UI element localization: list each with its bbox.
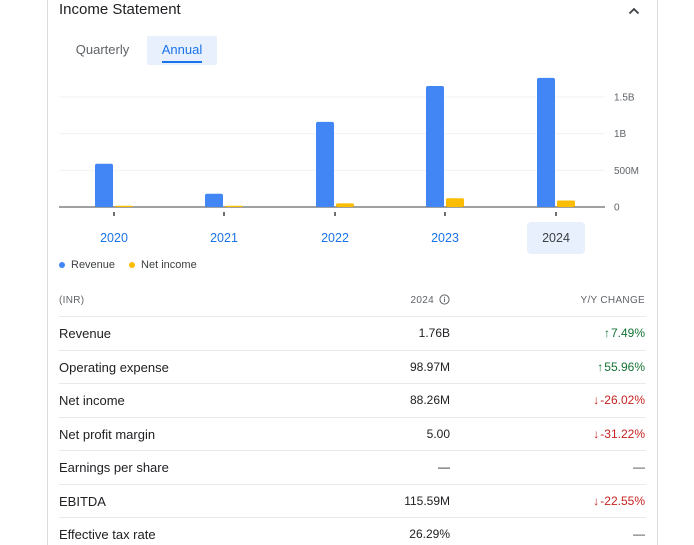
info-icon[interactable]: [439, 294, 450, 305]
row-change-ebitda: ↓-22.55%: [593, 493, 645, 508]
arrow-down-icon: ↓: [593, 426, 600, 441]
row-label-net-income: Net income: [59, 393, 125, 408]
row-label-earnings-per-share: Earnings per share: [59, 460, 169, 475]
row-change-net-profit-margin: ↓-31.22%: [593, 426, 645, 441]
row-value-net-profit-margin: 5.00: [426, 426, 450, 441]
net-income-bar-2021[interactable]: [225, 205, 243, 207]
net-income-bar-2024[interactable]: [557, 200, 575, 207]
row-change-effective-tax-rate: —: [633, 527, 645, 541]
row-change-revenue: ↑7.49%: [603, 326, 645, 340]
table-row: Operating expense 98.97M ↑55.96%: [59, 351, 646, 384]
row-change-net-income: ↓-26.02%: [593, 393, 645, 407]
table-row: Revenue 1.76B ↑7.49%: [59, 317, 646, 351]
revenue-bar-2024[interactable]: [537, 77, 555, 207]
revenue-bar-2020[interactable]: [95, 163, 113, 207]
y-tick-label: 0: [614, 203, 620, 214]
row-label-ebitda: EBITDA: [59, 493, 106, 509]
revenue-bar-2022[interactable]: [316, 121, 334, 207]
header-year: 2024: [411, 287, 450, 315]
header-currency: (INR): [59, 295, 85, 306]
arrow-down-icon: ↓: [593, 393, 600, 407]
table-row: Net profit margin 5.00 ↓-31.22%: [59, 418, 646, 451]
year-2024[interactable]: 2024: [527, 222, 585, 254]
chart-legend: Revenue Net income: [59, 259, 197, 271]
year-2021[interactable]: 2021: [195, 222, 253, 254]
legend-dot-revenue: [59, 262, 65, 268]
header-yy-change: Y/Y CHANGE: [580, 295, 645, 306]
row-value-ebitda: 115.59M: [404, 493, 450, 508]
y-tick-label: 500M: [614, 166, 639, 177]
legend-item-revenue: Revenue: [59, 259, 115, 271]
row-value-earnings-per-share: —: [438, 460, 450, 474]
row-value-operating-expense: 98.97M: [409, 359, 450, 374]
year-2020[interactable]: 2020: [85, 222, 143, 254]
revenue-bar-2021[interactable]: [205, 193, 223, 207]
legend-dot-net-income: [129, 262, 136, 268]
arrow-down-icon: ↓: [593, 493, 600, 508]
legend-item-net-income: Net income: [129, 259, 197, 271]
row-change-earnings-per-share: —: [633, 460, 645, 474]
table-header-row: (INR) 2024 Y/Y CHANGE: [59, 287, 646, 317]
net-income-bar-2020[interactable]: [115, 205, 133, 207]
row-label-net-profit-margin: Net profit margin: [59, 426, 156, 442]
year-2022[interactable]: 2022: [306, 222, 364, 254]
table-body: Revenue 1.76B ↑7.49% Operating expense 98.97…: [59, 317, 646, 545]
year-2023[interactable]: 2023: [416, 222, 474, 254]
arrow-up-icon: ↑: [597, 359, 604, 374]
table-row: Earnings per share — —: [59, 451, 646, 485]
income-table: (INR) 2024 Y/Y CHANGE Revenue 1.76B ↑7.49%…: [59, 287, 646, 545]
row-value-revenue: 1.76B: [418, 326, 450, 340]
row-value-net-income: 88.26M: [409, 393, 450, 407]
row-label-effective-tax-rate: Effective tax rate: [59, 527, 156, 542]
row-value-effective-tax-rate: 26.29%: [409, 527, 450, 541]
row-label-revenue: Revenue: [59, 326, 112, 341]
income-bar-chart: 0 500M 1B 1.5B: [59, 77, 639, 216]
net-income-bar-2023[interactable]: [446, 198, 464, 207]
table-row: Effective tax rate 26.29% —: [59, 518, 646, 545]
table-row: Net income 88.26M ↓-26.02%: [59, 384, 646, 418]
table-row: EBITDA 115.59M ↓-22.55%: [59, 485, 646, 518]
row-change-operating-expense: ↑55.96%: [597, 359, 645, 374]
net-income-bar-2022[interactable]: [336, 203, 354, 207]
row-label-operating-expense: Operating expense: [59, 359, 169, 375]
revenue-bar-2023[interactable]: [426, 86, 444, 207]
arrow-up-icon: ↑: [603, 326, 610, 340]
y-tick-label: 1.5B: [614, 93, 635, 104]
y-tick-label: 1B: [614, 129, 627, 140]
